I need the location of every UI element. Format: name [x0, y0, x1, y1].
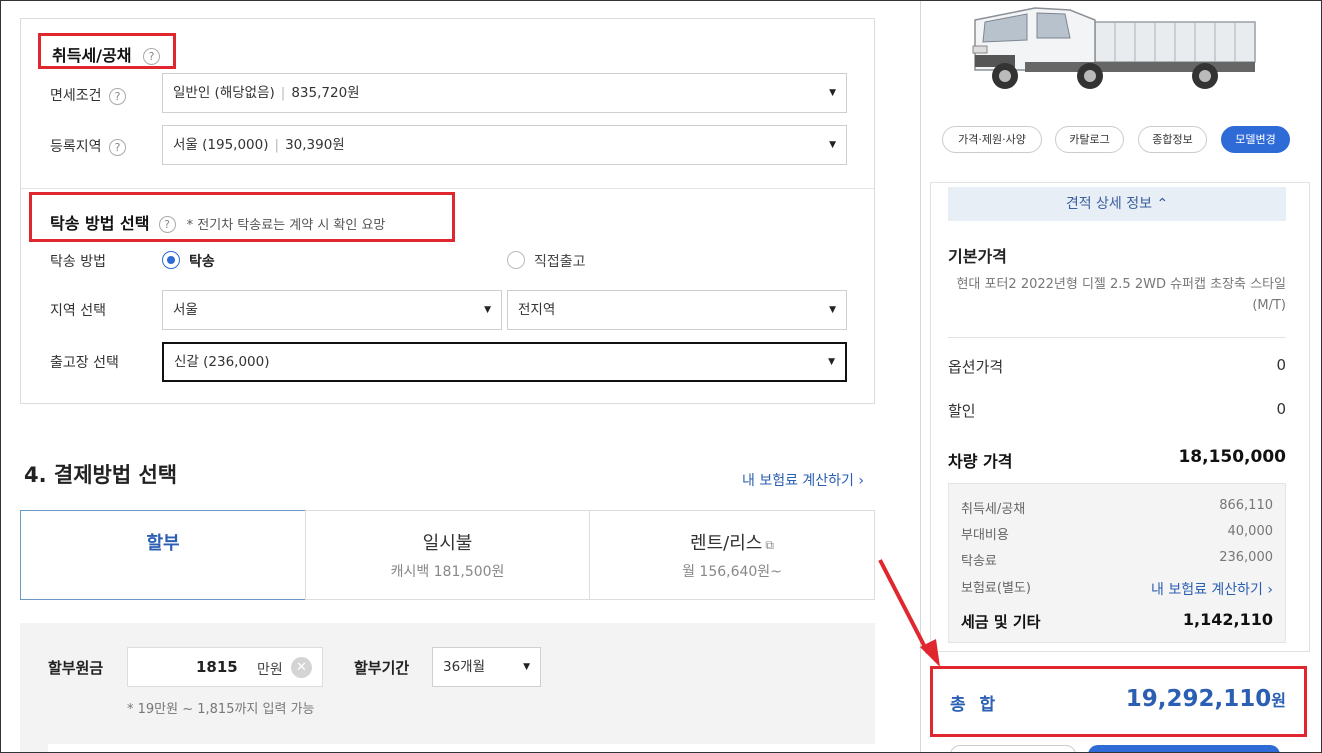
fee-value: 236,000 — [1219, 550, 1273, 565]
highlight-delivery — [29, 192, 455, 242]
principal-unit: 만원 — [257, 662, 283, 678]
depot-value: 신갈 (236,000) — [174, 354, 270, 370]
region-label: 등록지역 ? — [50, 136, 126, 156]
delivery-method-label: 탁송 방법 — [50, 254, 106, 270]
fees-box: 취득세/공채 866,110 부대비용 40,000 탁송료 236,000 보… — [948, 483, 1286, 643]
chevron-right-icon: › — [858, 473, 865, 489]
period-label: 할부기간 — [354, 659, 410, 677]
fee-label: 부대비용 — [961, 528, 1009, 543]
area-district-select[interactable]: 전지역 ▼ — [507, 290, 847, 330]
principal-value[interactable]: 1815 — [196, 658, 238, 676]
region-help-icon[interactable]: ? — [108, 138, 126, 156]
pill-catalog[interactable]: 카탈로그 — [1055, 126, 1124, 153]
pill-change-model[interactable]: 모델변경 — [1221, 126, 1290, 153]
insurance-calc-link-text[interactable]: 내 보험료 계산하기 — [742, 473, 854, 489]
area-city-value: 서울 — [173, 302, 198, 318]
region-amount: 30,390원 — [285, 137, 345, 153]
period-select[interactable]: 36개월 ▼ — [432, 647, 541, 687]
area-district-value: 전지역 — [518, 302, 556, 318]
insurance-calc-link[interactable]: 내 보험료 계산하기 › — [742, 470, 864, 490]
chevron-right-icon: › — [1267, 582, 1273, 598]
period-value: 36개월 — [443, 659, 486, 675]
fee-value: 866,110 — [1219, 498, 1273, 513]
exemption-label-text: 면세조건 — [50, 88, 102, 104]
discount-value: 0 — [1276, 400, 1286, 418]
estimate-toggle-text: 견적 상세 정보 — [1065, 196, 1152, 212]
chevron-down-icon: ▼ — [828, 357, 835, 367]
fee-insurance-link-text[interactable]: 내 보험료 계산하기 — [1151, 582, 1263, 598]
region-label-text: 등록지역 — [50, 139, 102, 155]
vehicle-price-label: 차량 가격 — [948, 452, 1013, 471]
depot-label: 출고장 선택 — [50, 355, 119, 371]
radio-pickup[interactable] — [507, 251, 525, 269]
annotation-arrow — [878, 559, 940, 667]
chevron-down-icon: ▼ — [484, 305, 491, 315]
chevron-down-icon: ▼ — [829, 88, 836, 98]
clear-icon[interactable]: ✕ — [291, 657, 312, 678]
tab-rent-lease-label: 렌트/리스 — [690, 533, 763, 554]
principal-hint: * 19만원 ~ 1,815까지 입력 가능 — [127, 702, 315, 717]
model-description: 현대 포터2 2022년형 디젤 2.5 2WD 슈퍼캡 초장축 스타일 (M/… — [956, 277, 1286, 313]
discount-label: 할인 — [948, 402, 976, 420]
pill-overview[interactable]: 종합정보 — [1138, 126, 1207, 153]
exemption-amount: 835,720원 — [291, 85, 360, 101]
next-input-edge — [48, 744, 875, 753]
option-price-value: 0 — [1276, 356, 1286, 374]
sidebar-divider-line — [948, 337, 1286, 338]
bottom-primary-button[interactable] — [1088, 745, 1280, 753]
depot-select[interactable]: 신갈 (236,000) ▼ — [162, 342, 847, 382]
chevron-up-icon: ⌃ — [1156, 196, 1169, 212]
tab-lump-sum-sub: 캐시백 181,500원 — [390, 564, 505, 580]
principal-label: 할부원금 — [48, 659, 104, 677]
pill-price-spec[interactable]: 가격·제원·사양 — [942, 126, 1042, 153]
bottom-secondary-button[interactable] — [950, 745, 1076, 753]
tab-lump-sum-label: 일시불 — [422, 533, 473, 554]
fee-label: 취득세/공채 — [961, 502, 1026, 517]
tab-rent-lease[interactable]: 렌트/리스 ⧉ 월 156,640원~ — [589, 510, 875, 600]
region-value: 서울 (195,000) — [173, 137, 269, 153]
vehicle-price-value: 18,150,000 — [1178, 447, 1286, 467]
chevron-down-icon: ▼ — [829, 140, 836, 150]
fee-label: 탁송료 — [961, 554, 997, 569]
section-divider — [21, 188, 874, 189]
option-price-label: 옵션가격 — [948, 358, 1004, 376]
exemption-select[interactable]: 일반인 (해당없음) | 835,720원 ▼ — [162, 73, 847, 113]
chevron-down-icon: ▼ — [523, 662, 530, 672]
exemption-help-icon[interactable]: ? — [108, 87, 126, 105]
estimate-toggle[interactable]: 견적 상세 정보 ⌃ — [948, 187, 1286, 221]
tax-total-label: 세금 및 기타 — [961, 613, 1041, 631]
area-city-select[interactable]: 서울 ▼ — [162, 290, 502, 330]
fee-insurance-link[interactable]: 내 보험료 계산하기 › — [1151, 579, 1273, 599]
fee-value: 40,000 — [1227, 524, 1274, 539]
truck-image — [965, 0, 1265, 100]
tab-installment-label: 할부 — [146, 533, 180, 554]
chevron-down-icon: ▼ — [829, 305, 836, 315]
highlight-acquisition — [38, 33, 176, 69]
payment-title: 4. 결제방법 선택 — [24, 463, 178, 487]
base-price-title: 기본가격 — [948, 247, 1007, 266]
external-window-icon: ⧉ — [765, 538, 774, 552]
exemption-label: 면세조건 ? — [50, 85, 126, 105]
tab-lump-sum[interactable]: 일시불 캐시백 181,500원 — [305, 510, 590, 600]
tax-total-value: 1,142,110 — [1182, 610, 1273, 629]
principal-input[interactable]: 1815 만원 ✕ — [127, 647, 323, 687]
fee-label: 보험료(별도) — [961, 581, 1031, 596]
tab-installment[interactable]: 할부 — [20, 510, 306, 600]
tab-rent-lease-sub: 월 156,640원~ — [682, 564, 782, 580]
highlight-grand-total — [930, 666, 1307, 737]
radio-delivery[interactable] — [162, 251, 180, 269]
installment-panel — [20, 623, 875, 753]
radio-pickup-label[interactable]: 직접출고 — [534, 251, 586, 271]
region-select[interactable]: 서울 (195,000) | 30,390원 ▼ — [162, 125, 847, 165]
exemption-value: 일반인 (해당없음) — [173, 85, 275, 101]
radio-delivery-label[interactable]: 탁송 — [189, 251, 215, 271]
area-label: 지역 선택 — [50, 303, 106, 319]
